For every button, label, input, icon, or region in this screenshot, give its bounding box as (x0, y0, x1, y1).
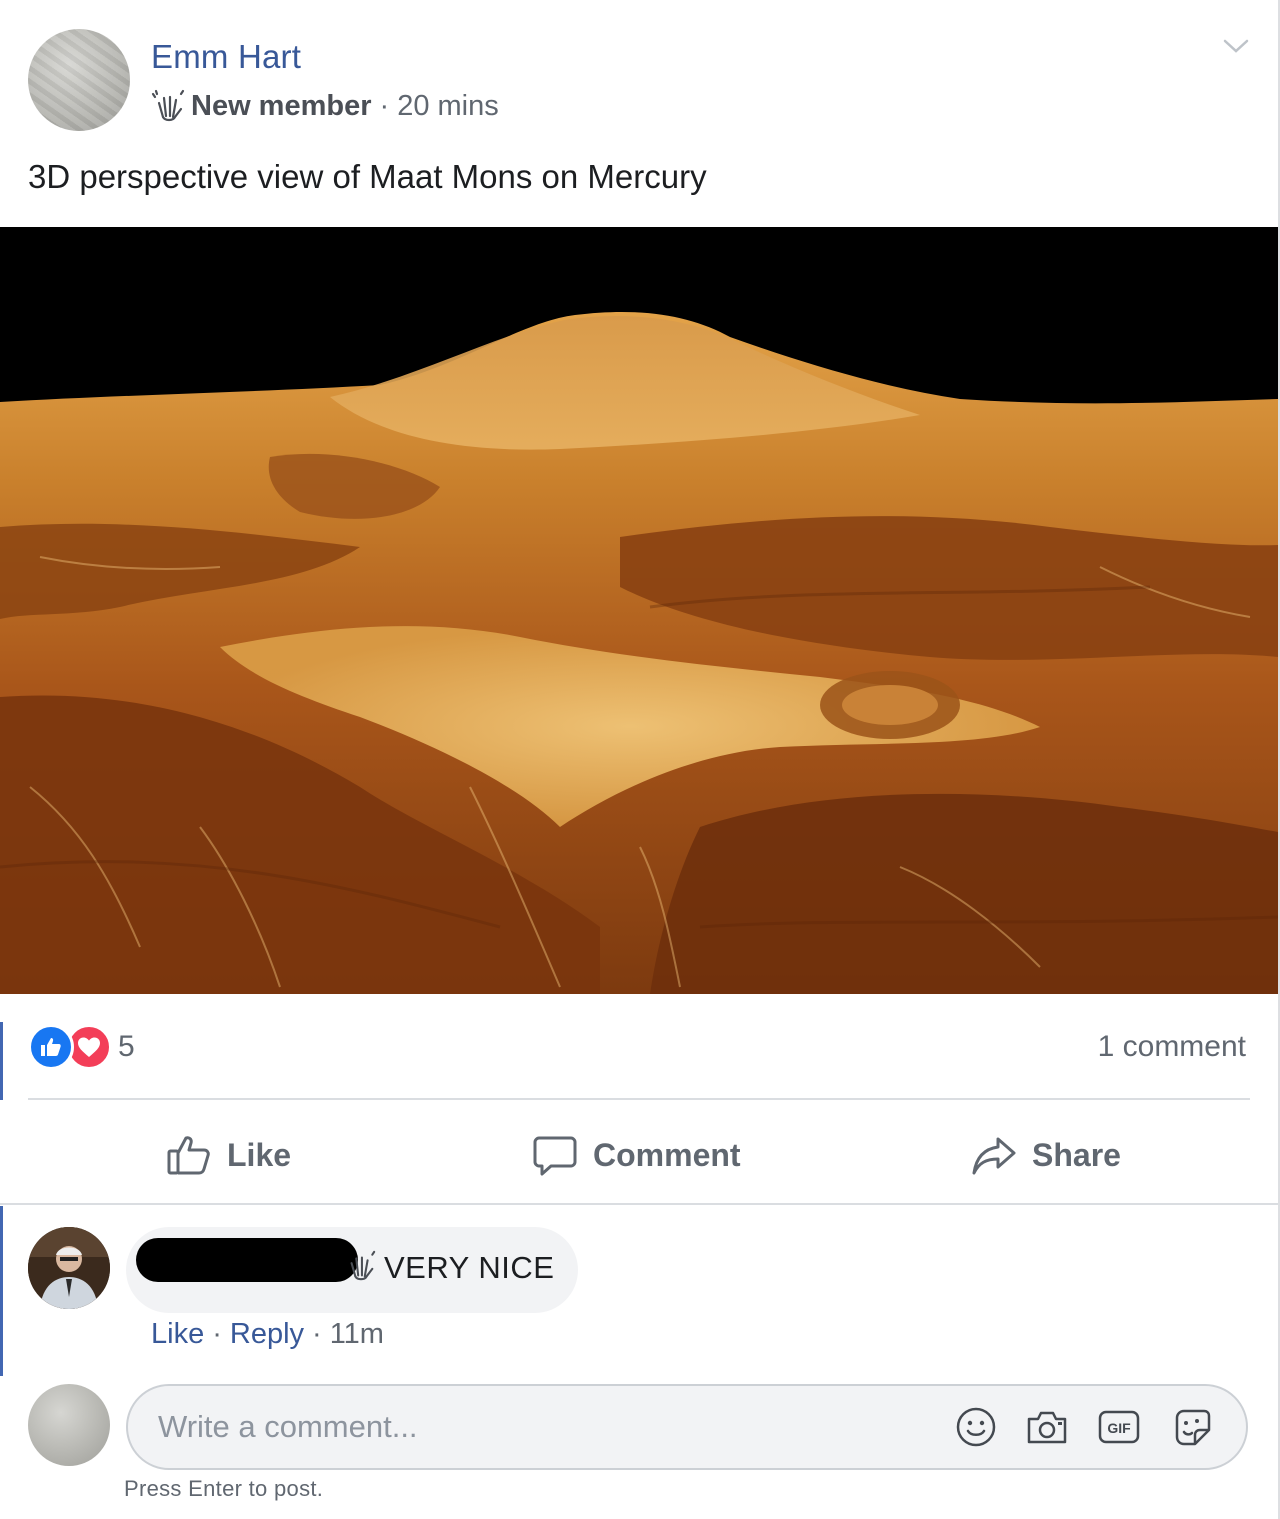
comment-accent-bar (0, 1206, 3, 1376)
comment-count-link[interactable]: 1 comment (1098, 1030, 1246, 1064)
like-reaction-icon (28, 1024, 74, 1070)
member-badge[interactable]: New member (191, 90, 372, 123)
thumbs-up-icon (167, 1136, 210, 1175)
share-label: Share (1032, 1136, 1121, 1173)
like-label: Like (227, 1136, 292, 1173)
post-card: Emm Hart New member · 20 mins 3D perspec… (0, 0, 1280, 1519)
like-button[interactable]: Like (165, 1120, 291, 1190)
author-name[interactable]: Emm Hart (151, 38, 301, 76)
redacted-commenter-name[interactable] (136, 1238, 358, 1282)
meta-dot: · (212, 1318, 222, 1350)
new-member-wave-icon (151, 89, 185, 122)
comment-button[interactable]: Comment (531, 1120, 741, 1190)
post-timestamp[interactable]: 20 mins (397, 90, 499, 123)
chevron-down-icon[interactable] (1222, 36, 1250, 56)
comment-reply-link[interactable]: Reply (230, 1318, 304, 1351)
share-button[interactable]: Share (970, 1120, 1121, 1190)
meta-dot: · (312, 1318, 322, 1350)
current-user-avatar (28, 1384, 110, 1466)
comment-composer: GIF (126, 1384, 1248, 1470)
comment-bubble-icon (533, 1136, 577, 1176)
share-arrow-icon (972, 1137, 1016, 1175)
post-text: 3D perspective view of Maat Mons on Merc… (28, 158, 707, 195)
gif-icon[interactable]: GIF (1097, 1405, 1141, 1449)
comment-meta: Like · Reply · 11m (151, 1318, 384, 1351)
camera-icon[interactable] (1025, 1405, 1069, 1449)
sticker-icon[interactable] (1170, 1405, 1214, 1449)
reaction-summary[interactable]: 5 (28, 1024, 135, 1070)
unread-accent-bar (0, 1022, 3, 1100)
reaction-count: 5 (118, 1030, 135, 1063)
volcano-landscape-photo (0, 227, 1278, 994)
comment-timestamp[interactable]: 11m (330, 1318, 384, 1351)
divider (0, 1203, 1278, 1205)
svg-text:GIF: GIF (1107, 1420, 1131, 1436)
author-avatar[interactable] (28, 29, 130, 131)
divider (28, 1098, 1250, 1100)
meta-separator: · (379, 89, 390, 122)
post-photo[interactable] (0, 227, 1278, 994)
commenter-avatar[interactable] (28, 1227, 110, 1309)
post-meta: New member · 20 mins (151, 89, 499, 123)
comment-text: VERY NICE (384, 1250, 555, 1285)
emoji-icon[interactable] (954, 1405, 998, 1449)
press-enter-hint: Press Enter to post. (124, 1476, 324, 1501)
comment-input[interactable] (158, 1386, 918, 1468)
comment-label: Comment (593, 1136, 741, 1173)
comment-like-link[interactable]: Like (151, 1318, 204, 1351)
action-bar: Like Comment Share (0, 1120, 1278, 1190)
new-member-wave-icon (350, 1250, 376, 1281)
